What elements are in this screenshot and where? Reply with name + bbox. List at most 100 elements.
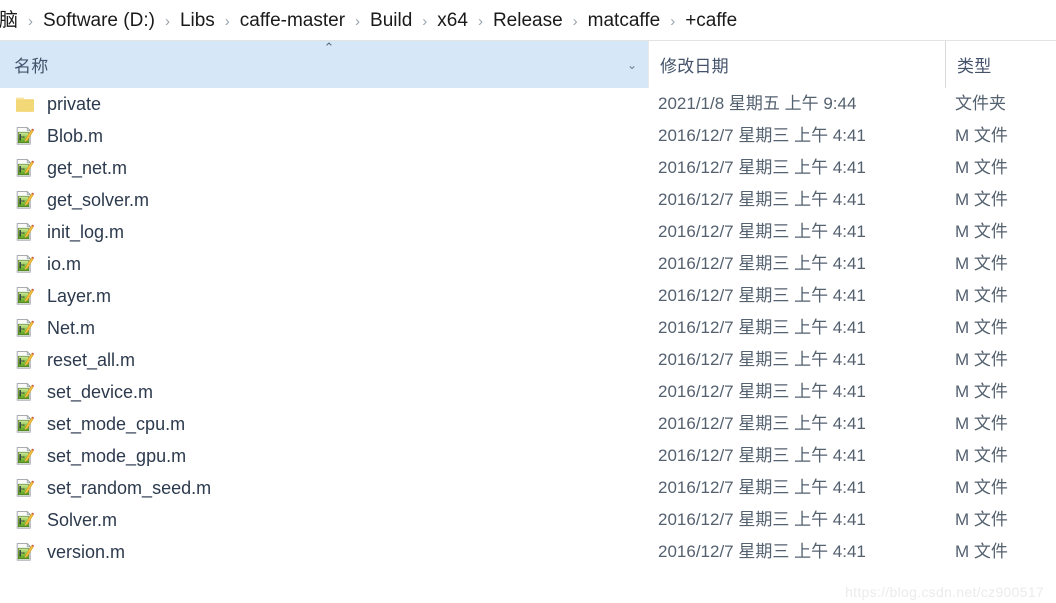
- file-name-cell[interactable]: get_net.m: [0, 157, 648, 179]
- column-header-name[interactable]: ⌃ 名称 ⌄: [0, 41, 648, 88]
- column-header-date[interactable]: 修改日期: [648, 41, 945, 88]
- sort-ascending-icon: ⌃: [323, 41, 335, 55]
- file-row[interactable]: set_mode_cpu.m 2016/12/7 星期三 上午 4:41 M 文件: [0, 408, 1056, 440]
- column-header-row: ⌃ 名称 ⌄ 修改日期 类型: [0, 41, 1056, 88]
- file-type-cell: M 文件: [945, 383, 1056, 402]
- file-row[interactable]: set_mode_gpu.m 2016/12/7 星期三 上午 4:41 M 文件: [0, 440, 1056, 472]
- file-date-cell: 2016/12/7 星期三 上午 4:41: [648, 319, 945, 338]
- file-type-label: M 文件: [955, 125, 1008, 145]
- matlab-file-icon: [14, 253, 36, 275]
- file-name-label: set_random_seed.m: [47, 478, 212, 498]
- file-name-cell[interactable]: Solver.m: [0, 509, 648, 531]
- file-row[interactable]: set_device.m 2016/12/7 星期三 上午 4:41 M 文件: [0, 376, 1056, 408]
- file-row[interactable]: io.m 2016/12/7 星期三 上午 4:41 M 文件: [0, 248, 1056, 280]
- file-date-cell: 2016/12/7 星期三 上午 4:41: [648, 479, 945, 498]
- file-name-cell[interactable]: Net.m: [0, 317, 648, 339]
- file-date-cell: 2016/12/7 星期三 上午 4:41: [648, 543, 945, 562]
- chevron-down-icon[interactable]: ⌄: [627, 59, 637, 71]
- file-date-cell: 2016/12/7 星期三 上午 4:41: [648, 511, 945, 530]
- file-name-cell[interactable]: private: [0, 93, 648, 115]
- column-header-name-label: 名称: [14, 57, 49, 76]
- breadcrumb-separator-icon: ›: [28, 12, 34, 30]
- breadcrumb-item[interactable]: 脑: [0, 9, 19, 32]
- file-row[interactable]: Net.m 2016/12/7 星期三 上午 4:41 M 文件: [0, 312, 1056, 344]
- file-name-cell[interactable]: Layer.m: [0, 285, 648, 307]
- file-type-cell: M 文件: [945, 351, 1056, 370]
- file-type-label: M 文件: [955, 221, 1008, 241]
- file-row[interactable]: private 2021/1/8 星期五 上午 9:44 文件夹: [0, 88, 1056, 120]
- column-header-date-label: 修改日期: [660, 57, 729, 76]
- file-row[interactable]: reset_all.m 2016/12/7 星期三 上午 4:41 M 文件: [0, 344, 1056, 376]
- file-name-cell[interactable]: set_mode_gpu.m: [0, 445, 648, 467]
- breadcrumb-item[interactable]: +caffe: [684, 9, 738, 32]
- file-date-cell: 2016/12/7 星期三 上午 4:41: [648, 255, 945, 274]
- file-row[interactable]: version.m 2016/12/7 星期三 上午 4:41 M 文件: [0, 536, 1056, 568]
- file-type-label: M 文件: [955, 413, 1008, 433]
- file-name-cell[interactable]: init_log.m: [0, 221, 648, 243]
- matlab-file-icon: [14, 317, 36, 339]
- file-row[interactable]: set_random_seed.m 2016/12/7 星期三 上午 4:41 M …: [0, 472, 1056, 504]
- breadcrumb-item[interactable]: Build: [369, 9, 413, 32]
- file-date-cell: 2016/12/7 星期三 上午 4:41: [648, 447, 945, 466]
- file-type-label: M 文件: [955, 541, 1008, 561]
- file-date-cell: 2016/12/7 星期三 上午 4:41: [648, 223, 945, 242]
- breadcrumb-separator-icon: ›: [572, 12, 578, 30]
- file-type-label: M 文件: [955, 157, 1008, 177]
- file-row[interactable]: init_log.m 2016/12/7 星期三 上午 4:41 M 文件: [0, 216, 1056, 248]
- file-name-label: private: [47, 94, 102, 114]
- matlab-file-icon: [14, 541, 36, 563]
- breadcrumb-separator-icon: ›: [355, 12, 361, 30]
- breadcrumb-item[interactable]: matcaffe: [587, 9, 662, 32]
- file-name-cell[interactable]: io.m: [0, 253, 648, 275]
- file-type-cell: M 文件: [945, 159, 1056, 178]
- file-type-cell: M 文件: [945, 287, 1056, 306]
- file-name-label: version.m: [47, 542, 126, 562]
- file-name-label: init_log.m: [47, 222, 125, 242]
- file-type-cell: M 文件: [945, 543, 1056, 562]
- breadcrumb-item[interactable]: caffe-master: [239, 9, 346, 32]
- file-type-cell: M 文件: [945, 255, 1056, 274]
- watermark: https://blog.csdn.net/cz900517: [845, 584, 1044, 600]
- folder-icon: [14, 93, 36, 115]
- file-name-cell[interactable]: reset_all.m: [0, 349, 648, 371]
- file-name-label: Solver.m: [47, 510, 118, 530]
- breadcrumb-item[interactable]: Software (D:): [42, 9, 156, 32]
- file-row[interactable]: get_solver.m 2016/12/7 星期三 上午 4:41 M 文件: [0, 184, 1056, 216]
- file-row[interactable]: Blob.m 2016/12/7 星期三 上午 4:41 M 文件: [0, 120, 1056, 152]
- file-type-label: M 文件: [955, 189, 1008, 209]
- file-name-label: get_net.m: [47, 158, 128, 178]
- file-row[interactable]: Solver.m 2016/12/7 星期三 上午 4:41 M 文件: [0, 504, 1056, 536]
- file-type-cell: M 文件: [945, 191, 1056, 210]
- file-row[interactable]: Layer.m 2016/12/7 星期三 上午 4:41 M 文件: [0, 280, 1056, 312]
- column-header-type-label: 类型: [957, 57, 992, 76]
- file-type-cell: 文件夹: [945, 95, 1056, 114]
- file-name-label: get_solver.m: [47, 190, 150, 210]
- file-name-cell[interactable]: set_device.m: [0, 381, 648, 403]
- file-date-cell: 2016/12/7 星期三 上午 4:41: [648, 127, 945, 146]
- file-name-label: Net.m: [47, 318, 96, 338]
- file-date-label: 2021/1/8 星期五 上午 9:44: [658, 93, 857, 113]
- file-name-cell[interactable]: set_mode_cpu.m: [0, 413, 648, 435]
- matlab-file-icon: [14, 445, 36, 467]
- file-date-label: 2016/12/7 星期三 上午 4:41: [658, 541, 866, 561]
- file-date-label: 2016/12/7 星期三 上午 4:41: [658, 221, 866, 241]
- breadcrumb-item[interactable]: x64: [436, 9, 469, 32]
- file-type-cell: M 文件: [945, 127, 1056, 146]
- matlab-file-icon: [14, 509, 36, 531]
- file-name-cell[interactable]: get_solver.m: [0, 189, 648, 211]
- breadcrumb-item[interactable]: Libs: [179, 9, 216, 32]
- file-row[interactable]: get_net.m 2016/12/7 星期三 上午 4:41 M 文件: [0, 152, 1056, 184]
- breadcrumb-item[interactable]: Release: [492, 9, 564, 32]
- breadcrumb-separator-icon: ›: [477, 12, 483, 30]
- file-name-cell[interactable]: version.m: [0, 541, 648, 563]
- file-date-label: 2016/12/7 星期三 上午 4:41: [658, 413, 866, 433]
- column-header-type[interactable]: 类型: [945, 41, 1056, 88]
- matlab-file-icon: [14, 413, 36, 435]
- breadcrumb[interactable]: 脑 › Software (D:) › Libs › caffe-master › Build ›…: [0, 0, 1056, 41]
- file-date-cell: 2016/12/7 星期三 上午 4:41: [648, 159, 945, 178]
- file-name-cell[interactable]: Blob.m: [0, 125, 648, 147]
- file-type-cell: M 文件: [945, 479, 1056, 498]
- file-name-label: Layer.m: [47, 286, 112, 306]
- matlab-file-icon: [14, 189, 36, 211]
- file-name-cell[interactable]: set_random_seed.m: [0, 477, 648, 499]
